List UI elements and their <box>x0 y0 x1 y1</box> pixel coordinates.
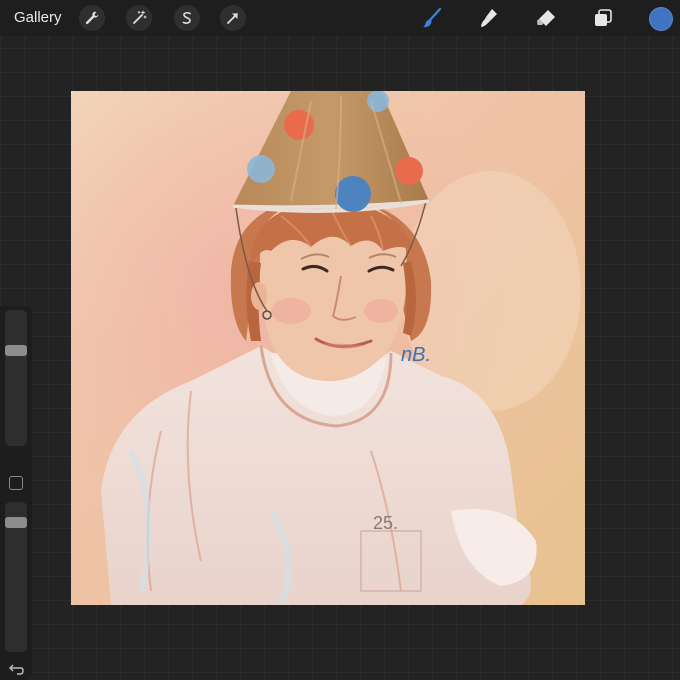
selection-button[interactable] <box>174 5 200 31</box>
adjustments-button[interactable] <box>126 5 152 31</box>
smudge-icon <box>481 9 497 27</box>
artwork-illustration: 25. nB. <box>71 91 585 605</box>
brush-size-slider[interactable] <box>5 310 27 446</box>
opacity-slider-handle[interactable] <box>5 517 27 528</box>
drawing-canvas[interactable]: 25. nB. <box>71 91 585 605</box>
undo-icon[interactable] <box>8 664 24 678</box>
magic-wand-icon <box>133 10 147 24</box>
brush-size-slider-handle[interactable] <box>5 345 27 356</box>
smudge-tool-button[interactable] <box>477 6 501 30</box>
wrench-icon <box>85 11 99 25</box>
top-toolbar: Gallery <box>0 0 680 36</box>
square-modifier-icon[interactable] <box>9 476 23 490</box>
layers-button[interactable] <box>591 6 615 30</box>
transform-button[interactable] <box>220 5 246 31</box>
selection-s-icon <box>182 11 191 24</box>
brush-icon <box>423 7 442 28</box>
actions-button[interactable] <box>79 5 105 31</box>
transform-arrow-icon <box>227 13 238 24</box>
brush-tool-button[interactable] <box>420 6 444 30</box>
eraser-icon <box>537 10 555 26</box>
artwork-signature: nB. <box>401 344 431 366</box>
layers-icon <box>595 9 612 26</box>
gallery-button[interactable]: Gallery <box>14 9 62 26</box>
color-picker-button[interactable] <box>649 7 673 31</box>
shirt-number-text: 25. <box>373 513 398 533</box>
eraser-tool-button[interactable] <box>534 6 558 30</box>
